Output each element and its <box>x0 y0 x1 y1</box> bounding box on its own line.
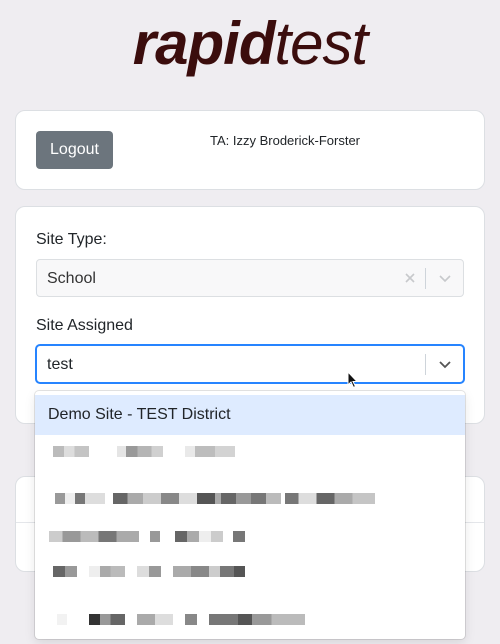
redacted-text <box>285 493 375 504</box>
redacted-text <box>175 531 223 542</box>
redacted-text <box>137 614 173 625</box>
option-redacted[interactable] <box>35 435 465 475</box>
redacted-text <box>117 446 163 457</box>
site-options-menu: Demo Site - TEST District <box>35 391 465 639</box>
site-assigned-label: Site Assigned <box>36 317 133 334</box>
redacted-text <box>185 446 235 457</box>
redacted-text <box>53 566 77 577</box>
site-type-value: School <box>47 270 96 287</box>
user-card: Logout TA: Izzy Broderick-Forster <box>15 110 485 190</box>
redacted-text <box>49 531 139 542</box>
redacted-text <box>55 493 105 504</box>
redacted-text <box>113 493 233 504</box>
app-logo: rapidtest <box>0 8 500 80</box>
redacted-text <box>185 614 197 625</box>
logout-button[interactable]: Logout <box>36 131 113 169</box>
close-icon[interactable] <box>402 270 418 286</box>
logo-light-text: test <box>274 10 368 77</box>
redacted-text <box>221 493 281 504</box>
redacted-text <box>53 446 89 457</box>
select-separator <box>425 268 426 289</box>
redacted-text <box>209 614 305 625</box>
redacted-text <box>173 566 245 577</box>
site-assigned-select[interactable]: test <box>36 345 464 383</box>
chevron-down-icon[interactable] <box>437 356 453 372</box>
option-redacted[interactable] <box>35 555 465 595</box>
option-redacted[interactable] <box>35 603 465 639</box>
option-label: Demo Site - TEST District <box>48 406 231 423</box>
site-type-label: Site Type: <box>36 231 107 248</box>
select-separator <box>425 354 426 375</box>
redacted-text <box>137 566 161 577</box>
redacted-text <box>57 614 67 625</box>
redacted-text <box>233 531 245 542</box>
site-assigned-input[interactable]: test <box>47 356 73 374</box>
mouse-pointer-icon <box>347 371 359 389</box>
ta-name-text: TA: Izzy Broderick-Forster <box>210 133 361 148</box>
redacted-text <box>89 566 125 577</box>
option-redacted[interactable] <box>35 481 465 521</box>
logo-bold-text: rapid <box>132 10 276 77</box>
redacted-text <box>150 531 160 542</box>
chevron-down-icon[interactable] <box>437 270 453 286</box>
redacted-text <box>89 614 125 625</box>
option-demo-site[interactable]: Demo Site - TEST District <box>35 395 465 435</box>
site-type-select[interactable]: School <box>36 259 464 297</box>
option-redacted[interactable] <box>35 519 465 559</box>
